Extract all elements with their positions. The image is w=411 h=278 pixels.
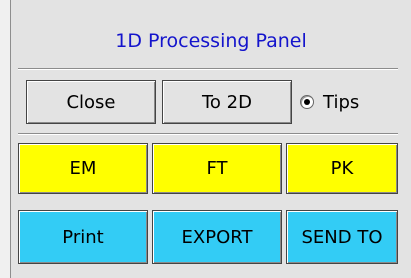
to-2d-button[interactable]: To 2D: [162, 80, 292, 124]
send-to-button[interactable]: SEND TO: [286, 210, 398, 264]
radio-selected-dot-icon: [304, 99, 310, 105]
processing-panel: 1D Processing Panel Close To 2D Tips EM …: [0, 0, 411, 278]
window-left-border: [0, 0, 11, 278]
em-button[interactable]: EM: [18, 143, 148, 194]
ft-button[interactable]: FT: [152, 143, 282, 194]
tips-label: Tips: [323, 91, 360, 113]
panel-title: 1D Processing Panel: [115, 30, 307, 52]
pk-button[interactable]: PK: [286, 143, 398, 194]
close-button[interactable]: Close: [26, 80, 156, 124]
print-button[interactable]: Print: [18, 210, 148, 264]
tips-radio-option[interactable]: Tips: [300, 80, 359, 124]
tips-radio-button[interactable]: [300, 95, 314, 109]
title-divider: [18, 68, 398, 70]
controls-divider: [18, 133, 398, 135]
export-button[interactable]: EXPORT: [152, 210, 282, 264]
